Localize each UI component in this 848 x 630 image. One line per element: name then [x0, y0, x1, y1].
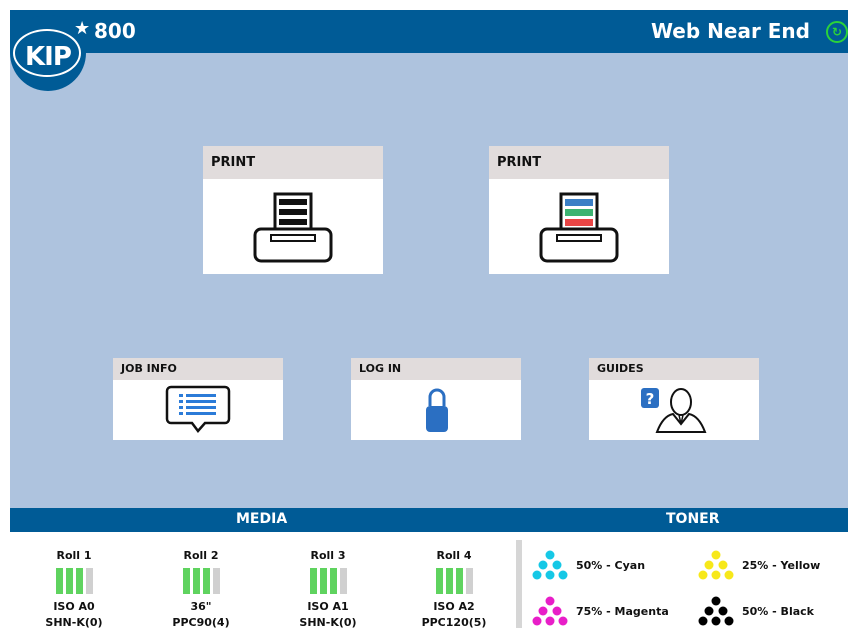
- svg-text:?: ?: [646, 390, 655, 408]
- roll-size: 36": [190, 600, 212, 613]
- toner-dots-icon: [698, 596, 734, 626]
- toner-label-text: 25% - Yellow: [742, 558, 821, 572]
- roll-level-bar: [309, 568, 317, 594]
- media-roll-2[interactable]: Roll 2 36" PPC90(4): [151, 548, 251, 630]
- toner-dot: [711, 616, 721, 626]
- refresh-status-icon[interactable]: ↻: [826, 21, 848, 43]
- tile-title: PRINT: [489, 146, 669, 179]
- roll-level-bar: [319, 568, 327, 594]
- message-list-icon: [165, 385, 231, 433]
- toner-dot: [538, 606, 548, 616]
- toner-indicator: 75% - Magenta: [532, 596, 669, 626]
- roll-level-bar: [445, 568, 453, 594]
- toner-dot: [545, 616, 555, 626]
- toner-label: TONER: [666, 511, 720, 527]
- printer-mono-icon: [253, 192, 333, 263]
- toner-dot: [552, 560, 562, 570]
- roll-level-bar: [202, 568, 210, 594]
- toner-dot: [545, 596, 555, 606]
- lock-icon: [426, 388, 448, 432]
- media-roll-1[interactable]: Roll 1 ISO A0 SHN-K(0): [24, 548, 124, 630]
- roll-level-bar: [212, 568, 220, 594]
- roll-level-meter: [404, 568, 504, 594]
- roll-level-bar: [85, 568, 93, 594]
- toner-dot: [532, 616, 542, 626]
- roll-name: Roll 3: [310, 549, 346, 562]
- toner-dot: [545, 550, 555, 560]
- roll-level-bar: [339, 568, 347, 594]
- roll-level-meter: [278, 568, 378, 594]
- toner-dot: [552, 606, 562, 616]
- roll-level-bar: [465, 568, 473, 594]
- toner-dot: [532, 570, 542, 580]
- media-roll-4[interactable]: Roll 4 ISO A2 PPC120(5): [404, 548, 504, 630]
- tile-title: JOB INFO: [113, 358, 283, 380]
- status-text[interactable]: Web Near End: [651, 19, 810, 43]
- toner-dot: [558, 570, 568, 580]
- roll-level-bar: [192, 568, 200, 594]
- star-icon: ★: [74, 18, 91, 39]
- toner-dot: [698, 570, 708, 580]
- roll-size: ISO A0: [53, 600, 95, 613]
- toner-dot: [711, 550, 721, 560]
- printer-color-icon: [539, 192, 619, 263]
- print-color-tile[interactable]: PRINT: [489, 146, 669, 274]
- roll-level-bar: [329, 568, 337, 594]
- roll-name: Roll 2: [183, 549, 219, 562]
- roll-name: Roll 1: [56, 549, 92, 562]
- toner-dot: [724, 616, 734, 626]
- toner-dots-icon: [532, 596, 568, 626]
- roll-level-bar: [75, 568, 83, 594]
- log-in-tile[interactable]: LOG IN: [351, 358, 521, 440]
- toner-label-text: 75% - Magenta: [576, 604, 669, 618]
- logo-text: KIP: [25, 42, 72, 72]
- toner-indicator: 50% - Cyan: [532, 550, 645, 580]
- print-mono-tile[interactable]: PRINT: [203, 146, 383, 274]
- roll-level-bar: [55, 568, 63, 594]
- guides-tile[interactable]: GUIDES ?: [589, 358, 759, 440]
- toner-dots-icon: [698, 550, 734, 580]
- job-info-tile[interactable]: JOB INFO: [113, 358, 283, 440]
- footer-bar: [10, 508, 848, 532]
- toner-dot: [718, 560, 728, 570]
- toner-label-text: 50% - Black: [742, 604, 814, 618]
- model-number: 800: [94, 19, 136, 43]
- media-label: MEDIA: [236, 511, 288, 527]
- toner-dot: [558, 616, 568, 626]
- roll-level-bar: [455, 568, 463, 594]
- roll-size: ISO A1: [307, 600, 349, 613]
- roll-level-meter: [151, 568, 251, 594]
- toner-dot: [718, 606, 728, 616]
- toner-dot: [538, 560, 548, 570]
- roll-level-meter: [24, 568, 124, 594]
- roll-name: Roll 4: [436, 549, 472, 562]
- tile-title: PRINT: [203, 146, 383, 179]
- toner-dot: [698, 616, 708, 626]
- tile-title: GUIDES: [589, 358, 759, 380]
- toner-dot: [704, 560, 714, 570]
- toner-indicator: 50% - Black: [698, 596, 814, 626]
- toner-indicator: 25% - Yellow: [698, 550, 820, 580]
- roll-level-bar: [182, 568, 190, 594]
- toner-dots-icon: [532, 550, 568, 580]
- media-roll-3[interactable]: Roll 3 ISO A1 SHN-K(0): [278, 548, 378, 630]
- tile-title: LOG IN: [351, 358, 521, 380]
- toner-dot: [711, 596, 721, 606]
- roll-level-bar: [65, 568, 73, 594]
- toner-dot: [724, 570, 734, 580]
- toner-dot: [704, 606, 714, 616]
- roll-level-bar: [435, 568, 443, 594]
- footer-divider: [516, 540, 522, 628]
- toner-dot: [545, 570, 555, 580]
- toner-dot: [711, 570, 721, 580]
- help-person-icon: ?: [641, 388, 707, 433]
- toner-label-text: 50% - Cyan: [576, 558, 646, 572]
- roll-size: ISO A2: [433, 600, 475, 613]
